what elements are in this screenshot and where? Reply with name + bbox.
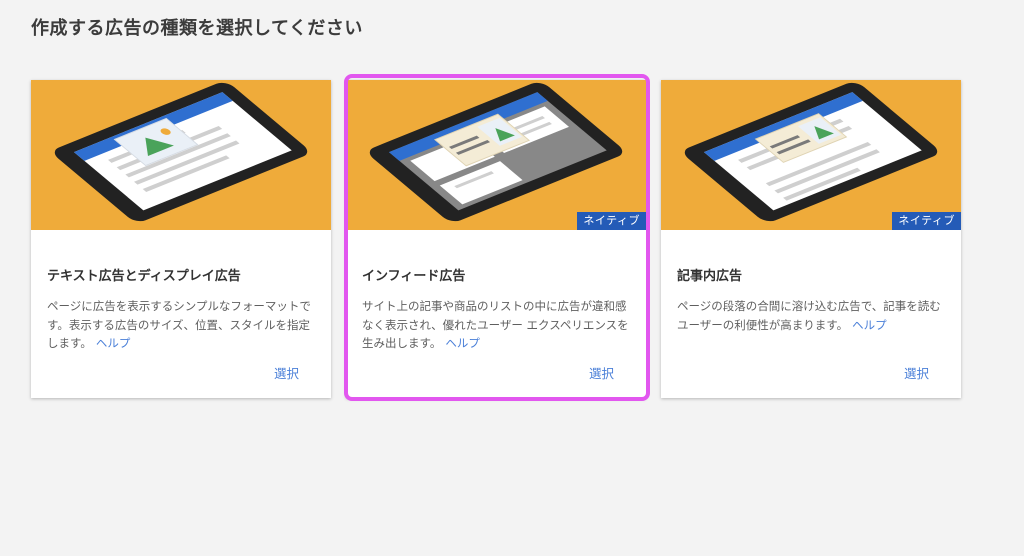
card-illustration: ネイティブ: [346, 80, 646, 230]
ad-type-card-text-display[interactable]: テキスト広告とディスプレイ広告 ページに広告を表示するシンプルなフォーマットです…: [31, 80, 331, 398]
select-button[interactable]: 選択: [904, 363, 929, 382]
card-description: サイト上の記事や商品のリストの中に広告が違和感なく表示され、優れたユーザー エク…: [362, 297, 634, 353]
ad-type-card-in-article[interactable]: ネイティブ 記事内広告 ページの段落の合間に溶け込む広告で、記事を読むユーザーの…: [661, 80, 961, 398]
phone-in-article-illustration: [684, 82, 938, 222]
card-description: ページに広告を表示するシンプルなフォーマットです。表示する広告のサイズ、位置、ス…: [47, 297, 319, 353]
ad-type-card-in-feed[interactable]: ネイティブ インフィード広告 サイト上の記事や商品のリストの中に広告が違和感なく…: [346, 80, 646, 398]
help-link[interactable]: ヘルプ: [852, 318, 887, 332]
help-link[interactable]: ヘルプ: [96, 336, 131, 350]
native-badge: ネイティブ: [577, 212, 646, 230]
phone-text-ad-illustration: [54, 82, 308, 222]
phone-in-feed-illustration: [369, 82, 623, 222]
card-illustration: ネイティブ: [661, 80, 961, 230]
card-title: インフィード広告: [362, 269, 466, 284]
card-description-text: サイト上の記事や商品のリストの中に広告が違和感なく表示され、優れたユーザー エク…: [362, 299, 629, 350]
card-description-text: ページに広告を表示するシンプルなフォーマットです。表示する広告のサイズ、位置、ス…: [47, 299, 311, 350]
card-illustration: [31, 80, 331, 230]
native-badge: ネイティブ: [892, 212, 961, 230]
card-title: テキスト広告とディスプレイ広告: [47, 269, 241, 284]
page-title: 作成する広告の種類を選択してください: [31, 18, 363, 39]
card-description: ページの段落の合間に溶け込む広告で、記事を読むユーザーの利便性が高まります。 ヘル…: [677, 297, 949, 334]
select-button[interactable]: 選択: [274, 363, 299, 382]
ad-type-selection-page: 作成する広告の種類を選択してください テキスト広告とディスプレイ広告 ページに広…: [0, 0, 1024, 556]
card-description-text: ページの段落の合間に溶け込む広告で、記事を読むユーザーの利便性が高まります。: [677, 299, 941, 332]
card-title: 記事内広告: [677, 269, 743, 284]
help-link[interactable]: ヘルプ: [445, 336, 480, 350]
select-button[interactable]: 選択: [589, 363, 614, 382]
